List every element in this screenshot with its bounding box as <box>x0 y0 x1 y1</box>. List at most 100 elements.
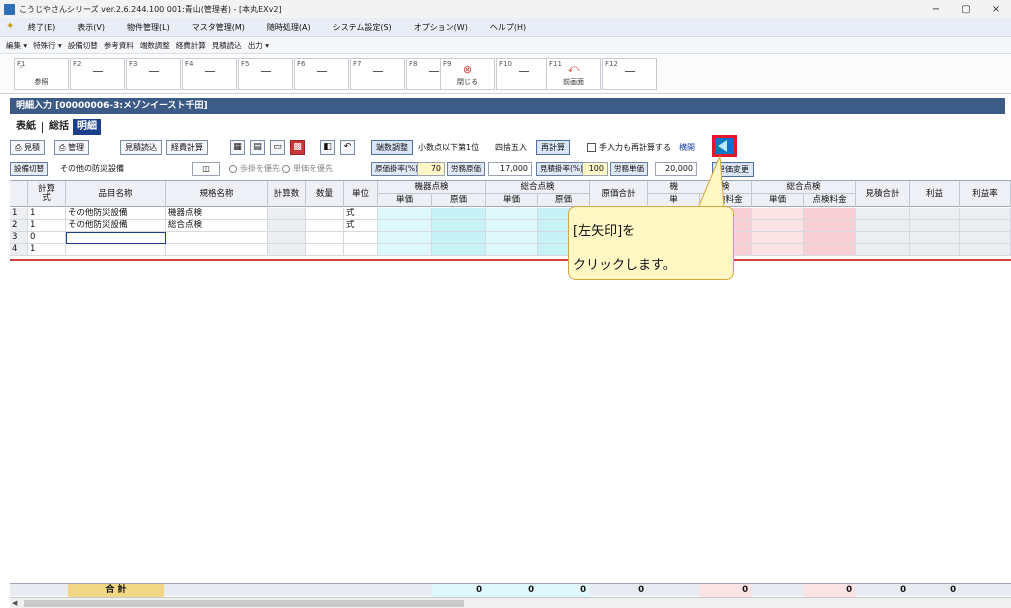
print-estimate-button[interactable]: ⎙ 見積 <box>10 140 45 155</box>
radio-labor-label: 歩掛を優先 <box>240 164 280 173</box>
comment-icon[interactable]: ▭ <box>270 140 285 155</box>
tab-bar: 表紙 総括 明細 <box>12 119 101 135</box>
col-profit: 利益 <box>910 181 960 207</box>
grid-end-line <box>10 259 1011 261</box>
cost-rate-input[interactable]: 70 <box>417 162 445 176</box>
menu-adhoc[interactable]: 随時処理(A) <box>267 22 311 33</box>
col-cost-total: 原価合計 <box>590 181 648 207</box>
col-total-fee-inspection: 点検料金 <box>804 194 856 207</box>
active-cell[interactable] <box>66 232 166 244</box>
search-icon: ⌕ <box>19 62 25 72</box>
menu-master[interactable]: マスタ管理(M) <box>192 22 245 33</box>
tab-details[interactable]: 明細 <box>73 119 101 135</box>
menu-options[interactable]: オプション(W) <box>414 22 468 33</box>
labor-cost-input[interactable]: 17,000 <box>488 162 532 176</box>
print-manage-button[interactable]: ⎙ 管理 <box>54 140 89 155</box>
tab-cover[interactable]: 表紙 <box>12 119 40 135</box>
cost-rate-label: 原価掛率(%) <box>371 162 422 176</box>
menu-exit[interactable]: 終了(E) <box>28 22 55 33</box>
estimate-rate-input[interactable]: 100 <box>582 162 608 176</box>
undo-icon[interactable]: ↶ <box>340 140 355 155</box>
col-spec-name: 規格名称 <box>166 181 268 207</box>
total-fee-inspection: 0 <box>700 584 752 597</box>
recalc-manual-checkbox[interactable] <box>587 143 596 152</box>
expense-calc-button[interactable]: 経費計算 <box>166 140 208 155</box>
radio-unit-label: 単価を優先 <box>293 164 333 173</box>
subtool-reference[interactable]: 参考資料 <box>104 40 134 51</box>
menu-app-icon: ✦ <box>6 21 15 32</box>
total-total-fee: 0 <box>804 584 856 597</box>
total-profit: 0 <box>950 585 956 595</box>
col-calc: 計算 式 <box>28 181 66 207</box>
totals-row: 合 計 0 0 0 0 0 0 0 0 <box>10 583 1011 597</box>
fkey-f6[interactable]: F6 <box>294 58 349 90</box>
col-group-total: 総合点検 <box>486 181 590 194</box>
fkey-f9[interactable]: F9 ⊗ 閉じる <box>440 58 495 90</box>
fkey-f3[interactable]: F3 <box>126 58 181 90</box>
minimize-button[interactable]: − <box>921 0 951 18</box>
equipment-switch-button[interactable]: 設備切替 <box>10 162 48 176</box>
menu-project[interactable]: 物件管理(L) <box>127 22 170 33</box>
table-row[interactable]: 3 0 <box>10 232 1011 244</box>
round-adjust-button[interactable]: 端数調整 <box>371 140 413 155</box>
book-icon[interactable]: ◫ <box>192 162 220 176</box>
fkey-f7[interactable]: F7 <box>350 58 405 90</box>
col-total-fee-unit: 単価 <box>752 194 804 207</box>
delete-row-icon[interactable]: ▩ <box>290 140 305 155</box>
menu-bar: ✦ 終了(E) 表示(V) 物件管理(L) マスタ管理(M) 随時処理(A) シ… <box>0 18 1011 37</box>
menu-system[interactable]: システム設定(S) <box>333 22 392 33</box>
save-icon[interactable]: ◧ <box>320 140 335 155</box>
menu-help[interactable]: ヘルプ(H) <box>490 22 526 33</box>
read-estimate-button[interactable]: 見積読込 <box>120 140 162 155</box>
recalc-button[interactable]: 再計算 <box>536 140 570 155</box>
printer-icon: ⎙ <box>59 143 68 152</box>
table-row[interactable]: 2 1 その他防災設備 総合点検 式 <box>10 220 1011 232</box>
radio-unit-priority[interactable] <box>282 165 290 173</box>
fkey-f5[interactable]: F5 <box>238 58 293 90</box>
detail-grid: 計算 式 品目名称 規格名称 計算数 数量 単位 機器点検 単価 原価 総合点検… <box>10 180 1011 261</box>
radio-labor-priority[interactable] <box>229 165 237 173</box>
total-total-unit: 0 <box>486 584 538 597</box>
horizontal-scrollbar[interactable]: ◀ <box>10 597 1011 608</box>
menu-view[interactable]: 表示(V) <box>77 22 105 33</box>
maximize-button[interactable]: ▢ <box>951 0 981 18</box>
callout-line-2: クリックします。 <box>573 258 676 273</box>
col-unit: 単位 <box>344 181 378 207</box>
window-title: こうじやさんシリーズ ver.2.6.244.100 001:青山(管理者) -… <box>19 4 282 14</box>
subtool-special-row[interactable]: 特殊行 ▾ <box>33 40 62 51</box>
instruction-callout: [左矢印]を クリックします。 <box>568 206 734 280</box>
title-bar: こうじやさんシリーズ ver.2.6.244.100 001:青山(管理者) -… <box>0 0 1011 18</box>
col-group-total-fee: 総合点検 <box>752 181 856 194</box>
subtool-edit[interactable]: 編集 ▾ <box>6 40 27 51</box>
subtool-output[interactable]: 出力 ▾ <box>248 40 269 51</box>
fkey-f11[interactable]: F11 ⤺ 前画面 <box>546 58 601 90</box>
fkey-f10[interactable]: F10 <box>496 58 551 90</box>
table-row[interactable]: 1 1 その他防災設備 機器点検 式 <box>10 208 1011 220</box>
col-equip-unit-price: 単価 <box>378 194 432 207</box>
total-estimate: 0 <box>900 585 906 595</box>
scroll-left-icon[interactable]: ◀ <box>12 599 17 607</box>
printer-icon: ⎙ <box>15 143 24 152</box>
col-total-unit-price: 単価 <box>486 194 538 207</box>
table-row[interactable]: 4 1 <box>10 244 1011 256</box>
fkey-f4[interactable]: F4 <box>182 58 237 90</box>
back-arrow-icon: ⤺ <box>567 62 580 75</box>
subtool-read-estimate[interactable]: 見積読込 <box>212 40 242 51</box>
app-icon <box>4 3 15 15</box>
copy-row-icon[interactable]: ▤ <box>250 140 265 155</box>
fkey-f12[interactable]: F12 <box>602 58 657 90</box>
tab-summary[interactable]: 総括 <box>45 119 73 135</box>
col-qty: 数量 <box>306 181 344 207</box>
scroll-thumb[interactable] <box>24 600 464 607</box>
subtool-round-adjust[interactable]: 端数調整 <box>140 40 170 51</box>
fkey-f2[interactable]: F2 <box>70 58 125 90</box>
totals-label: 合 計 <box>68 584 164 597</box>
total-equip-cost: 0 <box>432 584 486 597</box>
fkey-f1[interactable]: F1 ⌕ 参照 <box>14 58 69 90</box>
subtool-equipment-switch[interactable]: 設備切替 <box>68 40 98 51</box>
close-button[interactable]: × <box>981 0 1011 18</box>
col-calc-qty: 計算数 <box>268 181 306 207</box>
subtool-expense[interactable]: 経費計算 <box>176 40 206 51</box>
insert-row-icon[interactable]: ▦ <box>230 140 245 155</box>
rounding-label: 四捨五入 <box>495 143 527 152</box>
